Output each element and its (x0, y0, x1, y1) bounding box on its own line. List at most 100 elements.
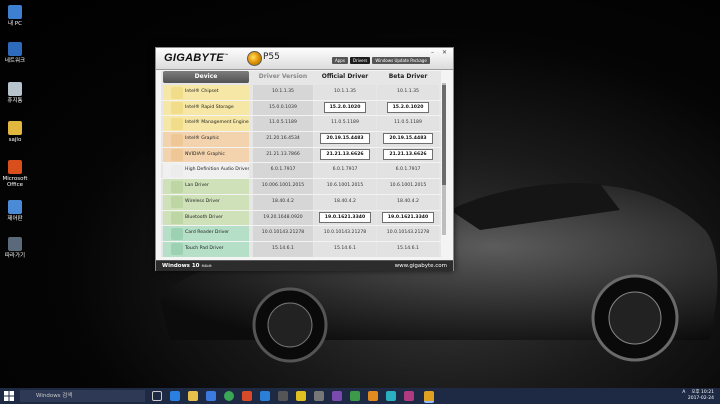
device-icon (171, 227, 183, 240)
app-icon-red[interactable] (242, 391, 252, 401)
update-driver-button[interactable]: 20.19.15.4483 (383, 133, 433, 145)
model-name: P55 (263, 52, 280, 62)
desktop-icon-follow[interactable]: 따라가기 (2, 237, 28, 259)
beta-driver-cell: 18.40.4.2 (377, 194, 439, 210)
table-row[interactable]: Intel® Management Engine 11.0.5.1189 11.0.… (161, 116, 441, 133)
beta-driver-cell: 6.0.1.7917 (377, 163, 439, 179)
desktop-icon-office[interactable]: Microsoft Office (2, 160, 28, 188)
app-icon-magenta[interactable] (404, 391, 414, 401)
header-tabs: Apps Drivers Windows Update Package (332, 57, 430, 64)
windows-start-icon[interactable] (4, 391, 14, 401)
os-label: Windows 10 64bit (162, 263, 212, 269)
app-icon-green[interactable] (350, 391, 360, 401)
official-driver-cell: 20.19.15.4483 (314, 132, 376, 147)
table-row[interactable]: NVIDIA® Graphic 21.21.13.7866 21.21.13.662… (161, 147, 441, 164)
official-driver-cell: 10.0.10143.21278 (314, 226, 376, 241)
app-icon-dark[interactable] (278, 391, 288, 401)
tab-apps[interactable]: Apps (332, 57, 348, 64)
taskbar-search[interactable]: Windows 검색 (20, 390, 145, 402)
driver-version-cell: 6.0.1.7917 (253, 163, 313, 179)
tab-windows-update[interactable]: Windows Update Package (372, 57, 430, 64)
table-row[interactable]: Intel® Rapid Storage 15.0.0.1039 15.2.0.10… (161, 100, 441, 117)
close-icon[interactable]: ✕ (442, 49, 447, 56)
app-icon-yellow[interactable] (296, 391, 306, 401)
table-row[interactable]: Lan Driver 10.006.1001.2015 10.6.1001.2015… (161, 179, 441, 195)
desktop-icon-recycle-bin[interactable]: 휴지통 (2, 82, 28, 104)
desktop-icon-label: 제어판 (7, 216, 23, 222)
beta-driver-cell: 15.2.0.1020 (377, 100, 439, 116)
device-cell: Intel® Management Engine (163, 116, 249, 132)
column-header-beta-driver: Beta Driver (388, 73, 428, 80)
version-text: 15.14.6.1 (334, 245, 356, 251)
brand-logo: GIGABYTE™ (164, 52, 229, 64)
device-icon (171, 164, 183, 177)
app-icon-cyan[interactable] (386, 391, 396, 401)
driver-version-cell: 11.0.5.1189 (253, 116, 313, 132)
update-driver-button[interactable]: 19.0.1621.3340 (318, 211, 372, 223)
device-cell: NVIDIA® Graphic (163, 147, 249, 163)
scrollbar-thumb[interactable] (442, 85, 446, 185)
clock-date: 2017-02-24 (687, 396, 714, 401)
beta-driver-cell: 19.0.1621.3340 (377, 210, 439, 226)
official-driver-cell: 10.1.1.35 (314, 85, 376, 100)
table-row[interactable]: Bluetooth Driver 19.20.1648.0920 19.0.1621… (161, 210, 441, 227)
gigabyte-app-icon[interactable] (424, 391, 434, 403)
version-text: 10.6.1001.2015 (326, 183, 364, 189)
update-driver-button[interactable]: 15.2.0.1020 (323, 101, 367, 113)
column-header-driver-version: Driver Version (258, 73, 308, 80)
device-name: Card Reader Driver (185, 230, 230, 236)
task-view-icon[interactable] (152, 391, 162, 401)
official-driver-cell: 18.40.4.2 (314, 194, 376, 210)
tab-drivers[interactable]: Drivers (349, 57, 371, 64)
scrollbar[interactable] (442, 83, 446, 235)
app-window: GIGABYTE™ P55 Apps Drivers Windows Updat… (155, 47, 454, 271)
driver-version-cell: 19.20.1648.0920 (253, 210, 313, 226)
device-name: Bluetooth Driver (185, 214, 223, 220)
version-text: 6.0.1.7917 (332, 167, 358, 173)
beta-driver-cell: 21.21.13.6626 (377, 147, 439, 163)
device-cell: Lan Driver (163, 179, 249, 194)
device-icon (171, 212, 183, 224)
device-name: Intel® Management Engine (185, 120, 249, 126)
update-driver-button[interactable]: 19.0.1621.3340 (381, 211, 435, 223)
app-icon-purple[interactable] (332, 391, 342, 401)
minimize-icon[interactable]: – (431, 49, 434, 56)
app-icon-blue[interactable] (260, 391, 270, 401)
desktop-icon-sajlo[interactable]: sajlo (2, 121, 28, 143)
table-row[interactable]: Wireless Driver 18.40.4.2 18.40.4.2 18.40.4… (161, 194, 441, 211)
update-driver-button[interactable]: 15.2.0.1020 (386, 101, 430, 113)
update-driver-button[interactable]: 21.21.13.6626 (320, 148, 370, 160)
website-link[interactable]: www.gigabyte.com (395, 261, 447, 271)
device-cell: Intel® Chipset (163, 85, 249, 100)
search-placeholder: Windows 검색 (36, 393, 73, 399)
update-driver-button[interactable]: 20.19.15.4483 (320, 133, 370, 145)
app-icon-grey[interactable] (314, 391, 324, 401)
version-text: 10.0.10143.21278 (386, 230, 430, 236)
device-icon (171, 243, 183, 256)
desktop-icon-control-panel[interactable]: 제어판 (2, 200, 28, 222)
desktop-icon-my-pc[interactable]: 내 PC (2, 5, 28, 27)
beta-driver-cell: 20.19.15.4483 (377, 132, 439, 147)
file-explorer-icon[interactable] (188, 391, 198, 401)
desktop-icon-network[interactable]: 네트워크 (2, 42, 28, 64)
update-driver-button[interactable]: 21.21.13.6626 (383, 148, 433, 160)
store-icon[interactable] (206, 391, 216, 401)
computer-icon (8, 5, 22, 19)
table-row[interactable]: Touch Pad Driver 15.14.6.1 15.14.6.1 15.14.… (161, 241, 441, 257)
table-row[interactable]: Intel® Chipset 10.1.1.35 10.1.1.35 10.1.1.3… (161, 85, 441, 101)
chrome-icon[interactable] (224, 391, 234, 401)
official-driver-cell: 15.14.6.1 (314, 241, 376, 257)
table-row[interactable]: Card Reader Driver 10.0.10143.21278 10.0.1… (161, 226, 441, 242)
table-row[interactable]: High Definition Audio Driver 6.0.1.7917 6.… (161, 163, 441, 180)
system-tray-clock[interactable]: A 오후 10:21 2017-02-24 (682, 390, 714, 402)
driver-table: Device Driver Version Official Driver Be… (161, 71, 441, 257)
app-icon-orange[interactable] (368, 391, 378, 401)
column-header-device: Device (163, 71, 249, 83)
version-text: 10.6.1001.2015 (389, 183, 427, 189)
device-cell: Wireless Driver (163, 194, 249, 210)
table-row[interactable]: Intel® Graphic 21.20.16.4534 20.19.15.4483… (161, 132, 441, 148)
version-text: 18.40.4.2 (397, 198, 419, 204)
beta-driver-cell: 10.6.1001.2015 (377, 179, 439, 194)
edge-icon[interactable] (170, 391, 180, 401)
beta-driver-cell: 10.1.1.35 (377, 85, 439, 100)
